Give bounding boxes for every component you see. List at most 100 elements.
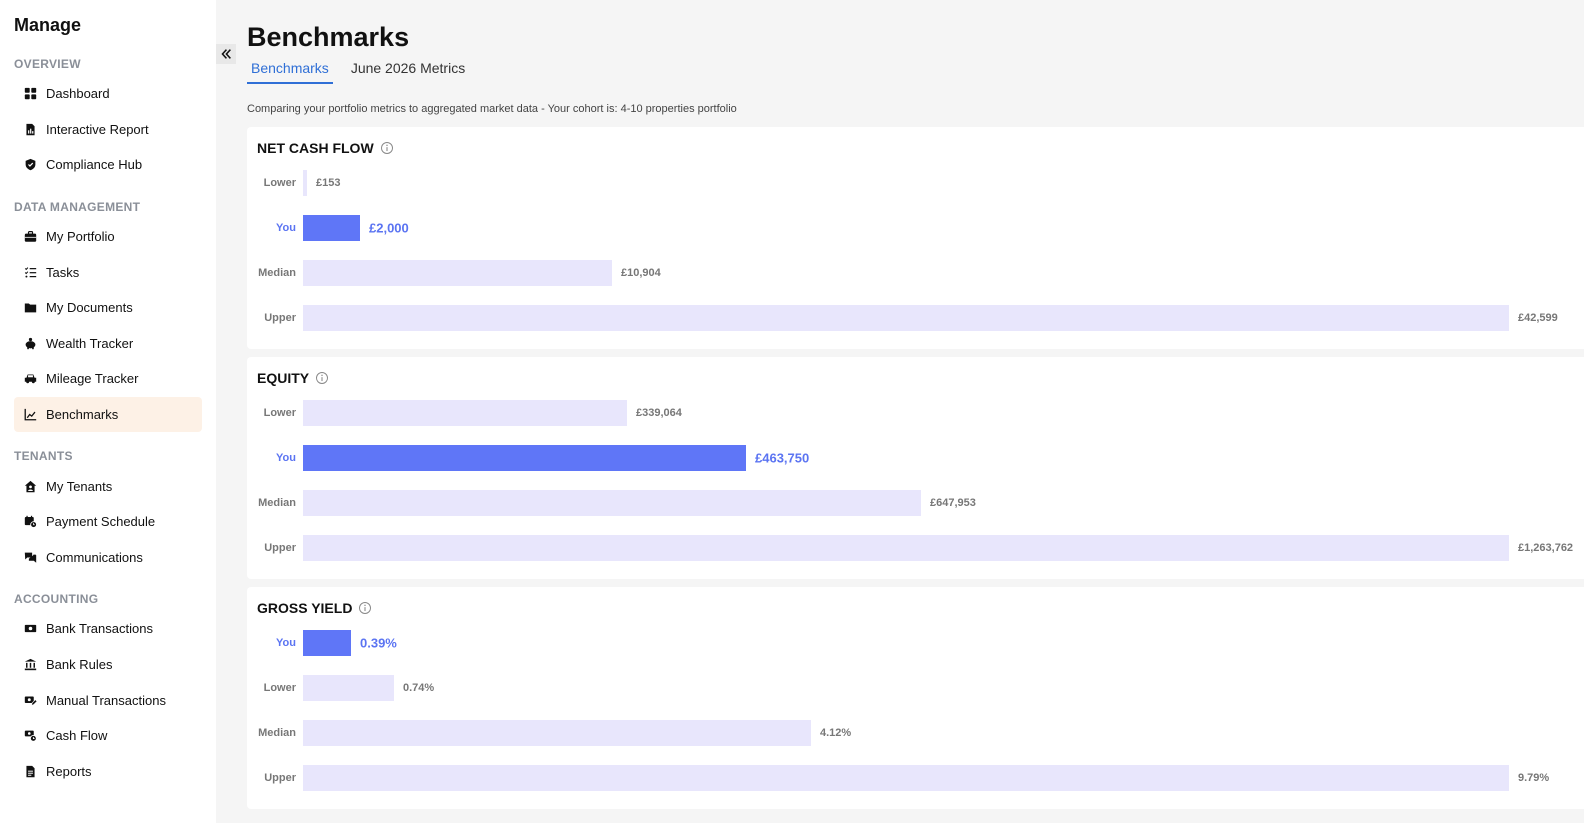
sidebar-section-data-management: DATA MANAGEMENT My Portfolio Tasks My Docum… [14, 195, 202, 433]
bar-value-label: 0.74% [403, 682, 435, 695]
benchmark-row-lower: Lower £339,064 [257, 391, 1584, 436]
edit-money-icon [23, 693, 37, 707]
card-title-text: GROSS YIELD [257, 600, 353, 616]
bar-value-label: £10,904 [621, 266, 661, 279]
card-title: NET CASH FLOW [257, 139, 1584, 157]
bar-lower [303, 400, 627, 427]
document-icon [23, 764, 37, 778]
sidebar-item-bank-transactions[interactable]: Bank Transactions [14, 611, 202, 647]
sidebar-item-bank-rules[interactable]: Bank Rules [14, 647, 202, 683]
sidebar-item-label: Compliance Hub [46, 157, 143, 173]
benchmark-rows: You 0.39% Lower 0.74% Median 4.12% Upper 9.79% [257, 621, 1584, 800]
sidebar-item-label: My Portfolio [46, 229, 115, 245]
sidebar-section-overview: OVERVIEW Dashboard Interactive Report Compl… [14, 52, 202, 183]
bar-value-label: £339,064 [636, 407, 682, 420]
sidebar-item-label: Dashboard [46, 86, 110, 102]
sidebar-item-label: Mileage Tracker [46, 371, 139, 387]
benchmark-row-upper: Upper £42,599 [257, 295, 1584, 340]
benchmark-row-lower: Lower £153 [257, 161, 1584, 206]
benchmark-row-upper: Upper £1,263,762 [257, 525, 1584, 570]
sidebar-item-my-documents[interactable]: My Documents [14, 290, 202, 326]
row-label: You [276, 222, 296, 235]
benchmark-rows: Lower £339,064 You £463,750 Median £647,953 Up… [257, 391, 1584, 570]
sidebar-item-my-portfolio[interactable]: My Portfolio [14, 219, 202, 255]
sidebar-section-heading: ACCOUNTING [14, 592, 99, 607]
sidebar-item-label: Reports [46, 763, 92, 779]
car-icon [23, 372, 37, 386]
tab-june-2026-metrics[interactable]: June 2026 Metrics [347, 56, 469, 84]
bar-median [303, 489, 921, 516]
sidebar-item-reports[interactable]: Reports [14, 754, 202, 790]
sidebar-item-label: Cash Flow [46, 728, 108, 744]
row-label: Median [258, 726, 296, 739]
sidebar-item-my-tenants[interactable]: My Tenants [14, 468, 202, 504]
sidebar-item-communications[interactable]: Communications [14, 540, 202, 576]
benchmark-row-lower: Lower 0.74% [257, 666, 1584, 711]
sidebar-item-label: Interactive Report [46, 121, 149, 137]
card-title-text: EQUITY [257, 370, 310, 386]
checklist-icon [23, 265, 37, 279]
card-title: EQUITY [257, 369, 1584, 387]
sidebar-item-tasks[interactable]: Tasks [14, 254, 202, 290]
piggy-bank-icon [23, 336, 37, 350]
sidebar-item-compliance-hub[interactable]: Compliance Hub [14, 147, 202, 183]
sidebar-item-label: Manual Transactions [46, 692, 166, 708]
sidebar-item-wealth-tracker[interactable]: Wealth Tracker [14, 326, 202, 362]
row-label: You [276, 452, 296, 465]
sidebar-section-heading: OVERVIEW [14, 57, 81, 71]
bar-you [303, 215, 360, 242]
benchmark-row-median: Median 4.12% [257, 711, 1584, 756]
sidebar-item-dashboard[interactable]: Dashboard [14, 76, 202, 112]
card-title: GROSS YIELD [257, 599, 1584, 617]
bar-value-label: £2,000 [369, 220, 409, 236]
benchmark-row-you: You £463,750 [257, 436, 1584, 481]
row-label: Upper [264, 771, 296, 784]
page-subtitle: Comparing your portfolio metrics to aggr… [247, 103, 737, 115]
sidebar-section-tenants: TENANTS My Tenants Payment Schedule Communi… [14, 444, 202, 575]
bar-you [303, 630, 351, 657]
info-icon[interactable] [358, 601, 372, 615]
tab-benchmarks[interactable]: Benchmarks [247, 56, 333, 84]
shield-icon [23, 158, 37, 172]
sidebar-item-benchmarks[interactable]: Benchmarks [14, 396, 202, 433]
house-user-icon [23, 479, 37, 493]
benchmark-row-you: You £2,000 [257, 206, 1584, 251]
row-label: Median [258, 496, 296, 509]
briefcase-icon [23, 230, 37, 244]
bar-median [303, 719, 811, 746]
bar-you [303, 445, 746, 472]
row-label: Median [258, 266, 296, 279]
bar-median [303, 259, 612, 286]
bar-value-label: 0.39% [360, 635, 397, 651]
bar-value-label: £463,750 [755, 450, 810, 466]
sidebar-item-label: Communications [46, 549, 143, 565]
benchmark-row-median: Median £10,904 [257, 251, 1584, 296]
benchmark-row-upper: Upper 9.79% [257, 755, 1584, 800]
sidebar-item-label: Bank Transactions [46, 621, 153, 637]
sidebar-section-heading: DATA MANAGEMENT [14, 199, 141, 214]
sidebar-item-interactive-report[interactable]: Interactive Report [14, 112, 202, 148]
benchmark-rows: Lower £153 You £2,000 Median £10,904 Upper £42,… [257, 161, 1584, 340]
benchmark-card-net-cash-flow: NET CASH FLOW Lower £153 You £2,000 Median £10… [247, 127, 1584, 349]
bar-lower [303, 675, 394, 702]
benchmark-card-gross-yield: GROSS YIELD You 0.39% Lower 0.74% Median 4.12%… [247, 587, 1584, 809]
bar-value-label: 4.12% [820, 726, 852, 739]
bar-value-label: £42,599 [1518, 311, 1558, 324]
sidebar-item-label: My Tenants [46, 478, 113, 494]
sidebar-title: Manage [14, 15, 82, 35]
info-icon[interactable] [380, 141, 394, 155]
info-icon[interactable] [315, 371, 329, 385]
sidebar-item-label: Tasks [46, 264, 80, 280]
sidebar-sections: OVERVIEW Dashboard Interactive Report Compl… [14, 52, 202, 789]
folder-icon [23, 301, 37, 315]
sidebar-item-cash-flow[interactable]: Cash Flow [14, 718, 202, 754]
row-label: Upper [264, 541, 296, 554]
row-label: Upper [264, 311, 296, 324]
sidebar-item-manual-transactions[interactable]: Manual Transactions [14, 682, 202, 718]
benchmark-row-median: Median £647,953 [257, 481, 1584, 526]
row-label: Lower [263, 407, 296, 420]
bar-lower [303, 170, 307, 197]
sidebar-item-payment-schedule[interactable]: Payment Schedule [14, 504, 202, 540]
sidebar-item-mileage-tracker[interactable]: Mileage Tracker [14, 361, 202, 397]
card-title-text: NET CASH FLOW [257, 140, 374, 156]
